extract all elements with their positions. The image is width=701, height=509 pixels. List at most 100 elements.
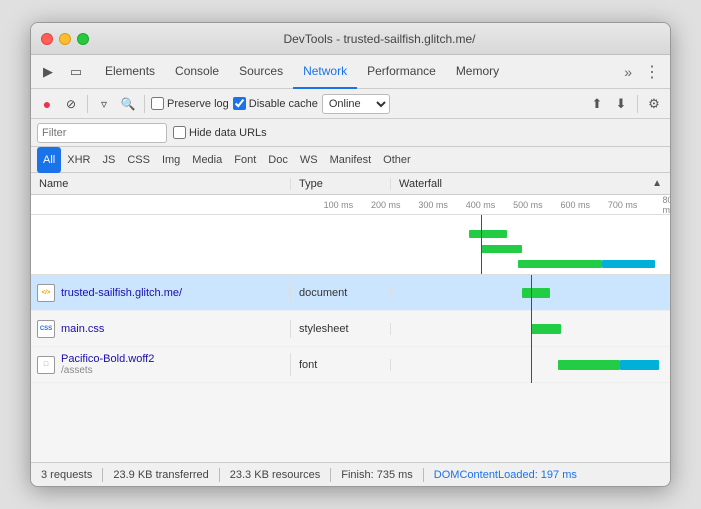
nav-tabs: Elements Console Sources Network Perform…: [95, 55, 618, 89]
inspect-icon[interactable]: ▶: [35, 59, 61, 85]
filter-button[interactable]: ▿: [94, 94, 114, 114]
waterfall-red-line: [531, 311, 532, 347]
preserve-log-label[interactable]: Preserve log: [151, 97, 229, 110]
timeline-chart: [31, 215, 670, 275]
device-icon[interactable]: ▭: [63, 59, 89, 85]
html-file-icon: </>: [37, 284, 55, 302]
timeline-ruler: 100 ms 200 ms 300 ms 400 ms 500 ms 600 ms 700 …: [31, 195, 670, 215]
row-type-cell: document: [291, 287, 391, 299]
maximize-button[interactable]: [77, 33, 89, 45]
col-waterfall-header[interactable]: Waterfall ▲: [391, 178, 670, 190]
row-name-cell: □ Pacifico-Bold.woff2/assets: [31, 353, 291, 376]
filter-bar: Hide data URLs: [31, 119, 670, 147]
toolbar: ● ⊘ ▿ 🔍 Preserve log Disable cache Onlin…: [31, 89, 670, 119]
row-type-cell: stylesheet: [291, 323, 391, 335]
table-header: Name Type Waterfall ▲: [31, 173, 670, 195]
ruler-tick: 400 ms: [466, 200, 496, 210]
sort-arrow-icon: ▲: [652, 178, 662, 189]
type-tabs: All XHR JS CSS Img Media Font Doc WS Man…: [31, 147, 670, 173]
import-har-button[interactable]: ⬆: [587, 94, 607, 114]
requests-count: 3 requests: [41, 469, 92, 481]
resources-size: 23.3 KB resources: [230, 469, 321, 481]
ruler-tick: 200 ms: [371, 200, 401, 210]
devtools-window: DevTools - trusted-sailfish.glitch.me/ ▶…: [30, 22, 671, 487]
ruler-tick: 500 ms: [513, 200, 543, 210]
row-name-cell: CSSmain.css: [31, 320, 291, 338]
type-tab-js[interactable]: JS: [96, 147, 121, 173]
waterfall-bar: [531, 324, 562, 334]
hide-urls-label[interactable]: Hide data URLs: [173, 126, 267, 139]
ruler-tick: 700 ms: [608, 200, 638, 210]
tab-console[interactable]: Console: [165, 55, 229, 89]
waterfall-bar: [522, 288, 550, 298]
preserve-log-checkbox[interactable]: [151, 97, 164, 110]
toolbar-divider-2: [144, 95, 145, 113]
type-tab-other[interactable]: Other: [377, 147, 417, 173]
title-bar: DevTools - trusted-sailfish.glitch.me/: [31, 23, 670, 55]
toolbar-divider-3: [637, 95, 638, 113]
more-tabs-button[interactable]: »: [618, 64, 638, 80]
kebab-menu-button[interactable]: ⋮: [638, 62, 666, 82]
tab-elements[interactable]: Elements: [95, 55, 165, 89]
status-divider-4: [423, 468, 424, 482]
toolbar-divider-1: [87, 95, 88, 113]
row-waterfall-cell: [391, 311, 670, 347]
ruler-tick: 600 ms: [560, 200, 590, 210]
row-name-sub: /assets: [61, 365, 154, 376]
timeline-red-line: [481, 215, 482, 274]
tab-network[interactable]: Network: [293, 55, 357, 89]
type-tab-xhr[interactable]: XHR: [61, 147, 96, 173]
filter-input[interactable]: [37, 123, 167, 143]
stop-button[interactable]: ⊘: [61, 94, 81, 114]
table-row[interactable]: </> trusted-sailfish.glitch.me/document: [31, 275, 670, 311]
type-tab-img[interactable]: Img: [156, 147, 186, 173]
ruler-tick: 100 ms: [324, 200, 354, 210]
status-bar: 3 requests 23.9 KB transferred 23.3 KB r…: [31, 462, 670, 486]
tab-performance[interactable]: Performance: [357, 55, 446, 89]
throttle-select[interactable]: Online Fast 3G Slow 3G Offline: [322, 94, 390, 114]
finish-time: Finish: 735 ms: [341, 469, 413, 481]
type-tab-media[interactable]: Media: [186, 147, 228, 173]
overview-bar: [602, 260, 655, 268]
overview-bar: [469, 230, 507, 238]
close-button[interactable]: [41, 33, 53, 45]
type-tab-font[interactable]: Font: [228, 147, 262, 173]
font-file-icon: □: [37, 356, 55, 374]
ruler-tick: 800 ms: [662, 195, 671, 215]
col-type-header[interactable]: Type: [291, 178, 391, 190]
waterfall-red-line: [531, 347, 532, 383]
record-button[interactable]: ●: [37, 94, 57, 114]
type-tab-ws[interactable]: WS: [294, 147, 324, 173]
css-file-icon: CSS: [37, 320, 55, 338]
hide-urls-checkbox[interactable]: [173, 126, 186, 139]
settings-button[interactable]: ⚙: [644, 94, 664, 114]
row-name-text: trusted-sailfish.glitch.me/: [61, 287, 182, 299]
search-button[interactable]: 🔍: [118, 94, 138, 114]
disable-cache-label[interactable]: Disable cache: [233, 97, 318, 110]
table-row[interactable]: □Pacifico-Bold.woff2/assetsfont: [31, 347, 670, 383]
overview-bar: [481, 245, 523, 253]
row-name-text: Pacifico-Bold.woff2/assets: [61, 353, 154, 376]
type-tab-manifest[interactable]: Manifest: [324, 147, 378, 173]
disable-cache-checkbox[interactable]: [233, 97, 246, 110]
window-title: DevTools - trusted-sailfish.glitch.me/: [99, 32, 660, 46]
table-row[interactable]: CSSmain.cssstylesheet: [31, 311, 670, 347]
type-tab-all[interactable]: All: [37, 147, 61, 173]
tab-memory[interactable]: Memory: [446, 55, 509, 89]
row-name-cell: </> trusted-sailfish.glitch.me/: [31, 284, 291, 302]
tab-sources[interactable]: Sources: [229, 55, 293, 89]
status-divider-2: [219, 468, 220, 482]
status-divider-3: [330, 468, 331, 482]
type-tab-css[interactable]: CSS: [121, 147, 156, 173]
transferred-size: 23.9 KB transferred: [113, 469, 208, 481]
col-name-header[interactable]: Name: [31, 178, 291, 190]
minimize-button[interactable]: [59, 33, 71, 45]
traffic-lights: [41, 33, 89, 45]
row-waterfall-cell: [391, 275, 670, 311]
dom-content-loaded: DOMContentLoaded: 197 ms: [434, 469, 577, 481]
table-body: </> trusted-sailfish.glitch.me/document CS…: [31, 275, 670, 462]
export-har-button[interactable]: ⬇: [611, 94, 631, 114]
type-tab-doc[interactable]: Doc: [262, 147, 294, 173]
timeline-chart-inner: [291, 215, 670, 274]
ruler-tick: 300 ms: [418, 200, 448, 210]
